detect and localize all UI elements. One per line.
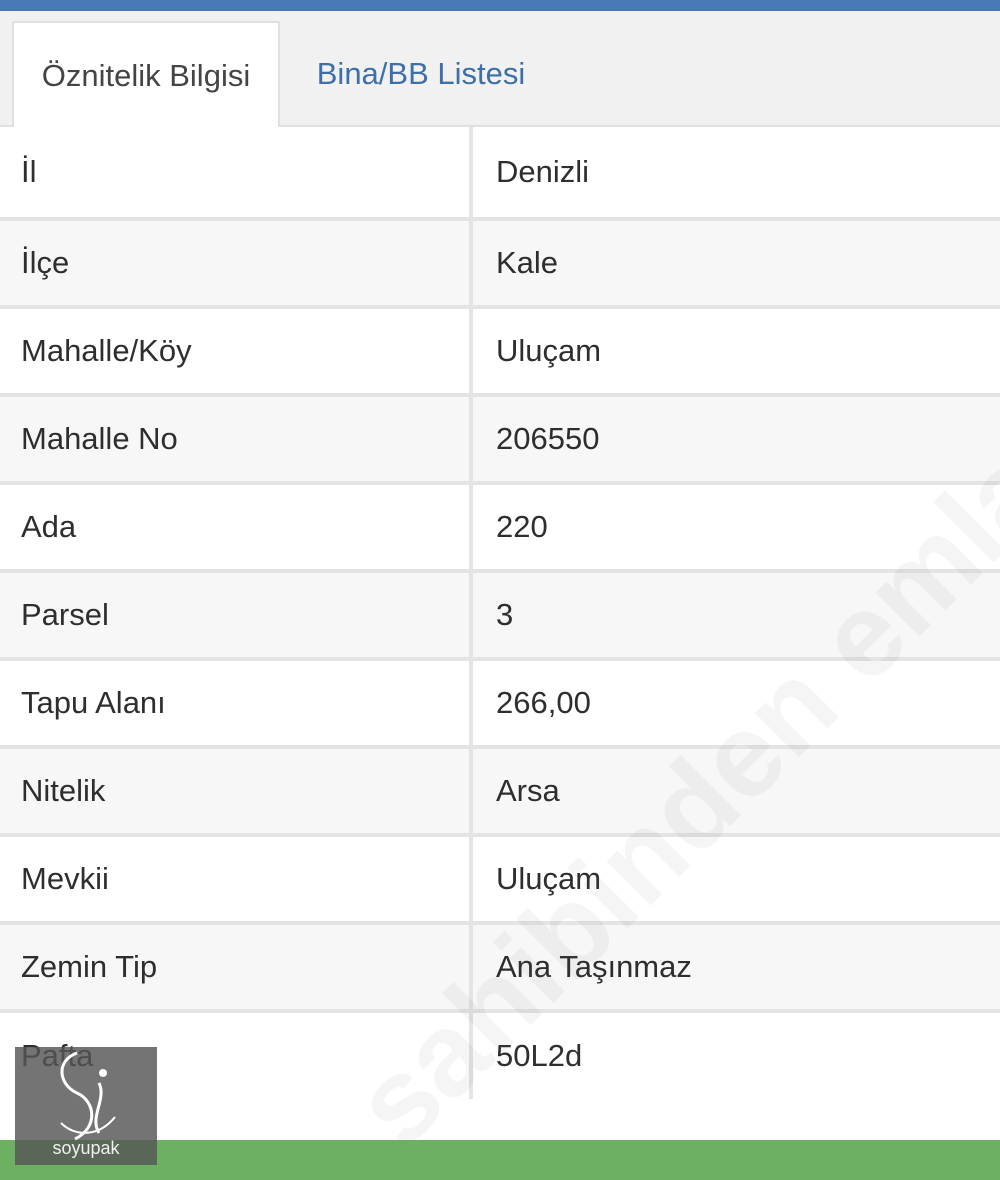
row-key: Parsel (0, 569, 473, 659)
row-value: Arsa (471, 745, 1000, 835)
attribute-table: İl Denizli İlçe Kale Mahalle/Köy Uluçam Mah… (0, 127, 1000, 1099)
logo-text: soyupak (52, 1138, 120, 1158)
row-value: 266,00 (471, 657, 1000, 747)
row-value: Ana Taşınmaz (471, 921, 1000, 1011)
row-key: Ada (0, 481, 473, 571)
row-value: Denizli (471, 127, 1000, 219)
row-key: İlçe (0, 217, 473, 307)
row-key: Zemin Tip (0, 921, 473, 1011)
table-row: Mevkii Uluçam (0, 833, 1000, 923)
table-row: Tapu Alanı 266,00 (0, 657, 1000, 747)
table-row: İl Denizli (0, 127, 1000, 219)
tab-strip: Öznitelik Bilgisi Bina/BB Listesi (0, 11, 1000, 129)
top-bar (0, 0, 1000, 11)
table-row: Parsel 3 (0, 569, 1000, 659)
row-value: 3 (471, 569, 1000, 659)
row-key: Mahalle No (0, 393, 473, 483)
tab-building-list[interactable]: Bina/BB Listesi (290, 21, 552, 127)
table-row: Mahalle No 206550 (0, 393, 1000, 483)
table-row: Ada 220 (0, 481, 1000, 571)
row-key: Mevkii (0, 833, 473, 923)
row-value: Uluçam (471, 833, 1000, 923)
row-value: Uluçam (471, 305, 1000, 395)
row-key: Tapu Alanı (0, 657, 473, 747)
row-key: İl (0, 127, 473, 219)
table-row: Nitelik Arsa (0, 745, 1000, 835)
table-row: İlçe Kale (0, 217, 1000, 307)
row-key: Nitelik (0, 745, 473, 835)
row-value: 206550 (471, 393, 1000, 483)
row-value: Kale (471, 217, 1000, 307)
tab-attribute-info[interactable]: Öznitelik Bilgisi (12, 21, 280, 129)
table-row: Mahalle/Köy Uluçam (0, 305, 1000, 395)
table-row: Zemin Tip Ana Taşınmaz (0, 921, 1000, 1011)
row-key: Mahalle/Köy (0, 305, 473, 395)
soyupak-logo: soyupak (15, 1047, 157, 1165)
row-value: 220 (471, 481, 1000, 571)
row-value: 50L2d (471, 1009, 1000, 1099)
